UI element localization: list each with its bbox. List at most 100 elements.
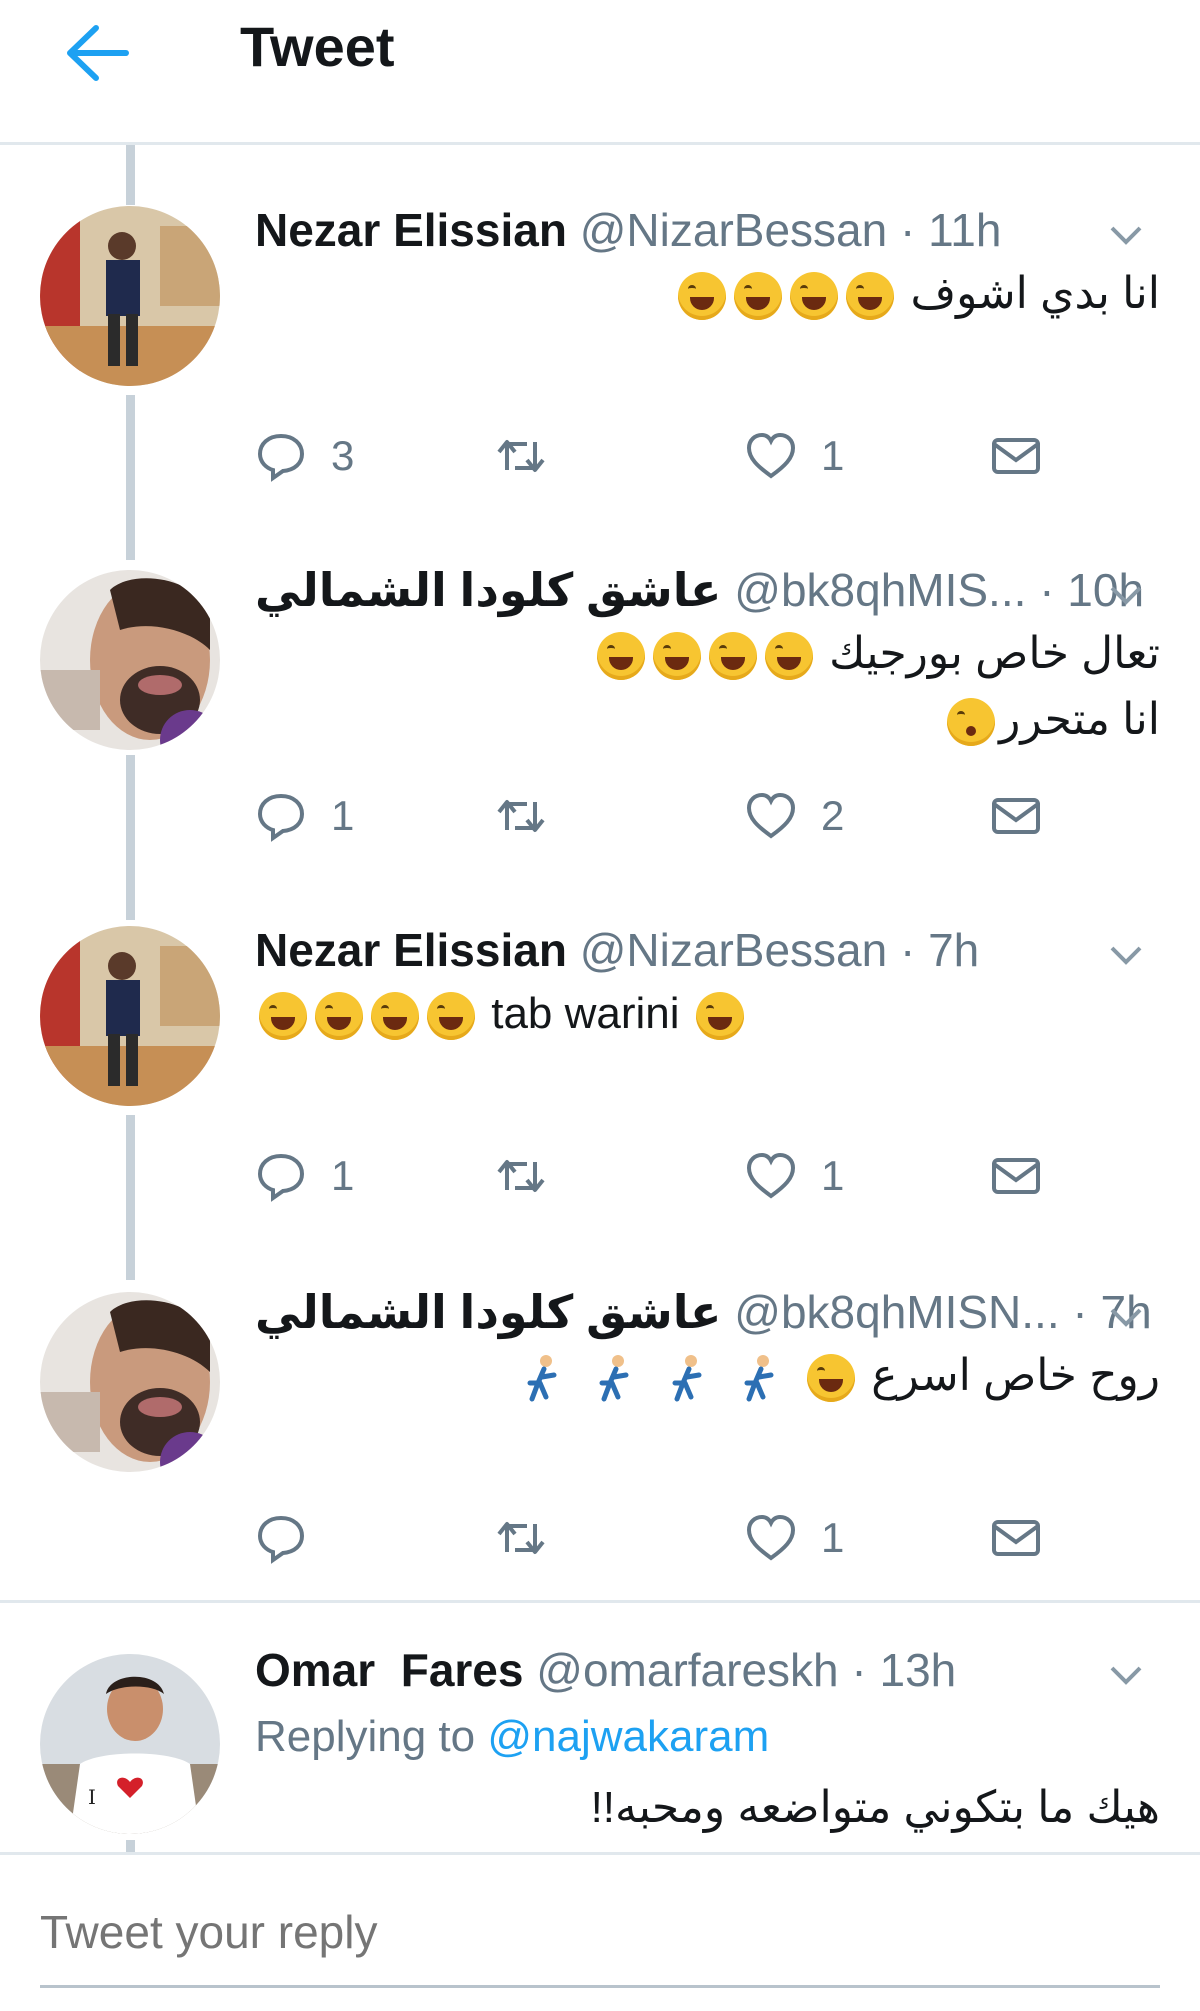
tweet-text: tab warini — [255, 982, 1160, 1046]
retweet-button[interactable] — [495, 1146, 571, 1206]
tweet-text: تعال خاص بورجيك — [255, 622, 1160, 686]
replying-to: Replying to @najwakaram — [255, 1712, 769, 1762]
avatar[interactable] — [40, 206, 220, 386]
thread-line — [126, 145, 135, 205]
timestamp[interactable]: · 11h — [900, 204, 1001, 256]
reply-input-underline — [40, 1985, 1160, 1988]
reply-button[interactable]: 1 — [255, 1146, 354, 1206]
display-name[interactable]: Omar Fares — [255, 1644, 523, 1696]
laughing-emoji-icon — [764, 632, 813, 681]
laughing-emoji-icon — [427, 992, 475, 1041]
tweet-actions: 1 — [255, 1508, 1055, 1568]
tweet-text-line: روح خاص اسرع — [871, 1351, 1160, 1400]
tweet-actions: 3 1 — [255, 426, 1055, 486]
runner-emoji-icon — [672, 1355, 702, 1402]
reply-icon — [257, 433, 305, 482]
tweet-text-line: انا بدي اشوف — [910, 269, 1160, 318]
retweet-button[interactable] — [495, 426, 571, 486]
reply-icon — [257, 793, 305, 842]
heart-icon — [746, 1152, 796, 1199]
share-dm-button[interactable] — [990, 1508, 1042, 1568]
chevron-down-icon[interactable] — [1106, 1660, 1146, 1688]
display-name[interactable]: Nezar Elissian — [255, 924, 567, 976]
reply-composer — [0, 1852, 1200, 2011]
top-app-bar: Tweet — [0, 0, 1200, 145]
display-name[interactable]: عاشق كلودا الشمالي — [255, 564, 721, 616]
chevron-down-icon[interactable] — [1106, 1302, 1146, 1330]
tweet-text-line: tab warini — [491, 989, 680, 1038]
reply-count: 1 — [331, 792, 355, 839]
retweet-icon — [497, 1522, 545, 1554]
sleepy-emoji-icon — [947, 698, 996, 747]
retweet-button[interactable] — [495, 786, 571, 846]
chevron-down-icon[interactable] — [1106, 220, 1146, 248]
laughing-emoji-icon — [806, 1354, 855, 1403]
laughing-emoji-icon — [596, 632, 645, 681]
tweet-actions: 1 2 — [255, 786, 1055, 846]
heart-icon — [746, 432, 796, 479]
avatar[interactable] — [40, 926, 220, 1106]
tweet[interactable]: I Omar Fares @omarfareskh · 13h Replying… — [0, 1640, 1200, 1852]
laughing-emoji-icon — [678, 272, 727, 321]
avatar[interactable] — [40, 570, 220, 750]
logo-lettering: I — [88, 1785, 96, 1809]
tweet-header: Omar Fares @omarfareskh · 13h — [255, 1640, 1115, 1700]
handle[interactable]: @bk8qhMIS... — [734, 564, 1026, 616]
avatar[interactable] — [40, 1292, 220, 1472]
chevron-down-icon[interactable] — [1106, 580, 1146, 608]
reply-button[interactable]: 1 — [255, 786, 354, 846]
share-dm-button[interactable] — [990, 426, 1042, 486]
tweet-text: انا متحرر — [255, 688, 1160, 752]
tweet-text: روح خاص اسرع — [255, 1344, 1160, 1408]
reply-button[interactable]: 3 — [255, 426, 354, 486]
timestamp[interactable]: · 13h — [851, 1644, 956, 1696]
like-button[interactable]: 2 — [745, 786, 844, 846]
handle[interactable]: @NizarBessan — [580, 204, 887, 256]
display-name[interactable]: عاشق كلودا الشمالي — [255, 1286, 721, 1338]
reply-icon — [257, 1515, 305, 1564]
laughing-emoji-icon — [708, 632, 757, 681]
tweet-text: انا بدي اشوف — [255, 262, 1160, 326]
tweet-text-line: انا متحرر — [999, 695, 1160, 744]
chevron-down-icon[interactable] — [1106, 940, 1146, 968]
laughing-emoji-icon — [315, 992, 363, 1041]
mail-icon — [992, 1520, 1040, 1556]
like-button[interactable]: 1 — [745, 1508, 844, 1568]
timestamp[interactable]: · 7h — [900, 924, 979, 976]
like-button[interactable]: 1 — [745, 426, 844, 486]
tweet-text-line: تعال خاص بورجيك — [829, 629, 1160, 678]
retweet-icon — [497, 1160, 545, 1192]
tweet-actions: 1 1 — [255, 1146, 1055, 1206]
reply-input[interactable] — [40, 1897, 1160, 1967]
mail-icon — [992, 1158, 1040, 1194]
handle[interactable]: @omarfareskh — [536, 1644, 838, 1696]
laughing-emoji-icon — [652, 632, 701, 681]
like-count: 1 — [821, 432, 845, 479]
mention-link[interactable]: @najwakaram — [487, 1712, 769, 1761]
laughing-emoji-icon — [790, 272, 839, 321]
retweet-button[interactable] — [495, 1508, 571, 1568]
avatar[interactable]: I — [40, 1654, 220, 1834]
laughing-emoji-icon — [259, 992, 307, 1041]
mail-icon — [992, 438, 1040, 474]
handle[interactable]: @bk8qhMISN... — [734, 1286, 1059, 1338]
laughing-emoji-icon — [371, 992, 419, 1041]
display-name[interactable]: Nezar Elissian — [255, 204, 567, 256]
share-dm-button[interactable] — [990, 786, 1042, 846]
mail-icon — [992, 798, 1040, 834]
replying-to-label: Replying to — [255, 1712, 476, 1761]
runner-emoji-icon — [599, 1355, 629, 1402]
heart-icon — [746, 1514, 796, 1561]
like-count: 1 — [821, 1152, 845, 1199]
back-arrow-icon[interactable] — [60, 22, 132, 84]
tweet-header: عاشق كلودا الشمالي @bk8qhMIS... · 10h — [255, 560, 1144, 620]
share-dm-button[interactable] — [990, 1146, 1042, 1206]
tweet-text: هيك ما بتكوني متواضعه ومحبه!! — [255, 1776, 1160, 1840]
reply-icon — [257, 1153, 305, 1202]
handle[interactable]: @NizarBessan — [580, 924, 887, 976]
like-button[interactable]: 1 — [745, 1146, 844, 1206]
reply-count: 1 — [331, 1152, 355, 1199]
divider — [0, 1600, 1200, 1603]
laughing-emoji-icon — [846, 272, 895, 321]
reply-button[interactable] — [255, 1508, 331, 1568]
